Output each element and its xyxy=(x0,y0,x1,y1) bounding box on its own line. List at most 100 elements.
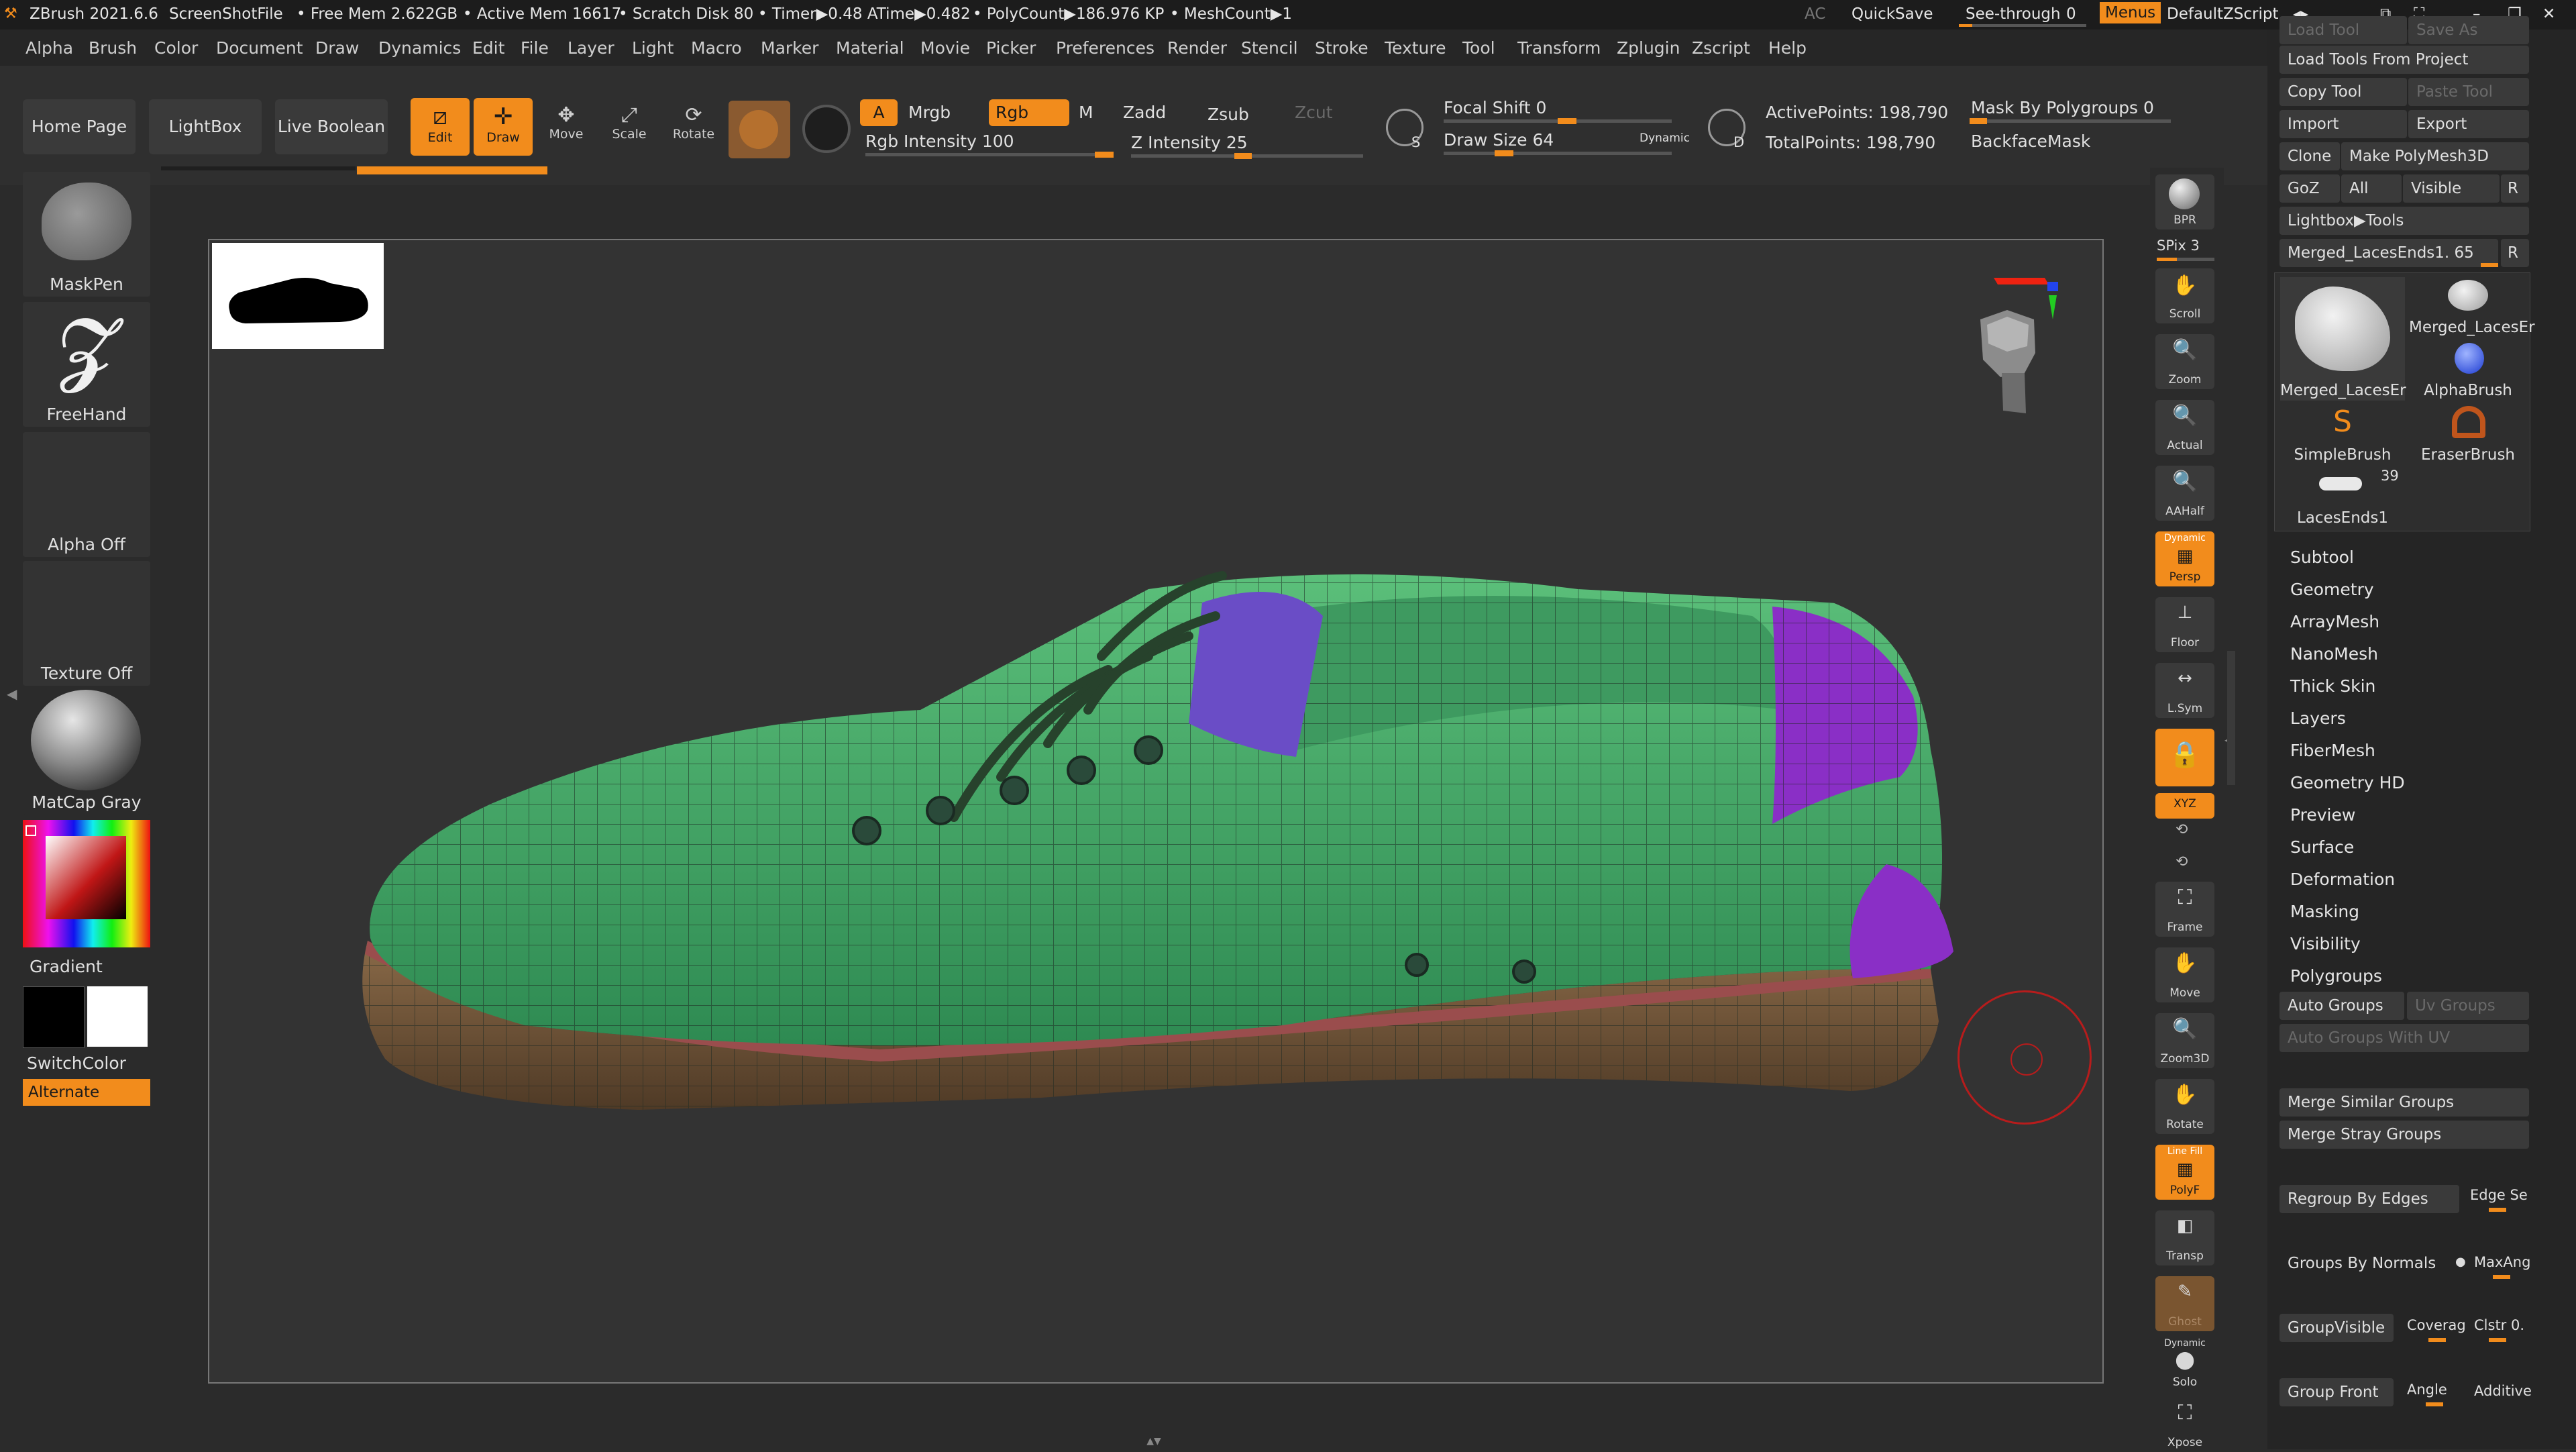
live-boolean-button[interactable]: Live Boolean xyxy=(275,99,388,154)
section-masking[interactable]: Masking xyxy=(2290,902,2359,921)
menu-document[interactable]: Document xyxy=(216,38,303,58)
menu-transform[interactable]: Transform xyxy=(1517,38,1601,58)
coverage-handle[interactable] xyxy=(2428,1338,2446,1342)
palette-divider[interactable] xyxy=(2227,651,2235,785)
xyz-button[interactable]: XYZ xyxy=(2155,793,2214,819)
shoe-model[interactable] xyxy=(209,240,2102,1382)
menu-brush[interactable]: Brush xyxy=(89,38,137,58)
move-button[interactable]: ✥ Move xyxy=(537,103,596,157)
maxang-handle[interactable] xyxy=(2493,1275,2510,1279)
z-intensity-handle[interactable] xyxy=(1234,153,1252,159)
default-zscript[interactable]: DefaultZScript xyxy=(2167,5,2279,23)
export-button[interactable]: Export xyxy=(2408,110,2529,138)
mrgb-button[interactable]: Mrgb xyxy=(908,103,951,122)
scale-button[interactable]: ⤢ Scale xyxy=(600,103,659,157)
rgb-intensity-handle[interactable] xyxy=(1095,152,1114,158)
material-swatch-button[interactable] xyxy=(729,101,790,158)
menu-dynamics[interactable]: Dynamics xyxy=(378,38,461,58)
lock-button[interactable]: 🔒 xyxy=(2155,729,2214,786)
load-tool-button[interactable]: Load Tool xyxy=(2279,16,2407,44)
regroup-by-edges-button[interactable]: Regroup By Edges xyxy=(2279,1185,2459,1213)
section-deformation[interactable]: Deformation xyxy=(2290,870,2395,889)
edge-se-slider[interactable]: Edge Se xyxy=(2462,1181,2529,1209)
lsym-button[interactable]: ↔ L.Sym xyxy=(2155,663,2214,718)
edit-button[interactable]: ⧄ Edit xyxy=(411,98,470,156)
tool-thumb-simplebrush[interactable]: S SimpleBrush xyxy=(2280,405,2405,464)
tool-thumb-merged-laces-1[interactable]: Merged_LacesEr xyxy=(2280,277,2406,401)
menus-button[interactable]: Menus xyxy=(2100,2,2161,23)
tool-thumb-alphabrush[interactable]: AlphaBrush xyxy=(2409,340,2527,399)
home-page-button[interactable]: Home Page xyxy=(23,99,136,154)
auto-groups-with-uv-button[interactable]: Auto Groups With UV xyxy=(2279,1024,2529,1052)
section-fibermesh[interactable]: FiberMesh xyxy=(2290,741,2375,760)
current-tool-slider-handle[interactable] xyxy=(2481,263,2498,267)
groups-normals-toggle-icon[interactable]: ● xyxy=(2455,1255,2466,1269)
color-picker[interactable] xyxy=(23,820,150,947)
texture-sphere-icon[interactable] xyxy=(802,105,851,153)
backface-mask-button[interactable]: BackfaceMask xyxy=(1971,132,2090,151)
floor-button[interactable]: ⊥ Floor xyxy=(2155,597,2214,652)
edge-se-handle[interactable] xyxy=(2489,1208,2506,1212)
save-as-button[interactable]: Save As xyxy=(2408,16,2529,44)
all-button[interactable]: All xyxy=(2341,174,2402,203)
bottom-shelf-handle[interactable]: ▲▼ xyxy=(1067,1436,1241,1447)
focal-shift-handle[interactable] xyxy=(1558,118,1576,124)
bpr-button[interactable]: BPR xyxy=(2155,174,2214,229)
polyf-button[interactable]: Line Fill ▦ PolyF xyxy=(2155,1145,2214,1200)
section-subtool[interactable]: Subtool xyxy=(2290,548,2354,567)
primary-color-swatch[interactable] xyxy=(87,986,148,1047)
menu-draw[interactable]: Draw xyxy=(315,38,359,58)
mask-by-polygroups-label[interactable]: Mask By Polygroups 0 xyxy=(1971,98,2154,117)
group-front-button[interactable]: Group Front xyxy=(2279,1378,2394,1406)
screenshot-file[interactable]: ScreenShotFile xyxy=(169,5,283,23)
make-polymesh3d-button[interactable]: Make PolyMesh3D xyxy=(2341,142,2529,170)
section-arraymesh[interactable]: ArrayMesh xyxy=(2290,612,2379,631)
actual-button[interactable]: 🔍 Actual xyxy=(2155,400,2214,455)
merge-stray-groups-button[interactable]: Merge Stray Groups xyxy=(2279,1121,2529,1149)
spix-label[interactable]: SPix 3 xyxy=(2157,238,2200,254)
gradient-label[interactable]: Gradient xyxy=(30,957,103,976)
zoom-button[interactable]: 🔍 Zoom xyxy=(2155,334,2214,389)
transp-button[interactable]: ◧ Transp xyxy=(2155,1210,2214,1265)
additive-toggle[interactable]: Additive xyxy=(2466,1377,2532,1405)
scroll-button[interactable]: ✋ Scroll xyxy=(2155,268,2214,323)
uv-groups-button[interactable]: Uv Groups xyxy=(2407,992,2529,1020)
mask-by-polygroups-slider[interactable] xyxy=(1970,119,2171,123)
menu-tool[interactable]: Tool xyxy=(1462,38,1495,58)
aahalf-button[interactable]: 🔍 AAHalf xyxy=(2155,466,2214,521)
section-nanomesh[interactable]: NanoMesh xyxy=(2290,644,2378,664)
menu-movie[interactable]: Movie xyxy=(920,38,970,58)
menu-marker[interactable]: Marker xyxy=(761,38,818,58)
r-button[interactable]: R xyxy=(2501,174,2529,203)
clstr-handle[interactable] xyxy=(2489,1338,2506,1342)
quicksave-button[interactable]: QuickSave xyxy=(1851,5,1933,23)
menu-help[interactable]: Help xyxy=(1768,38,1807,58)
frame-button[interactable]: ⛶ Frame xyxy=(2155,882,2214,937)
z-intensity-label[interactable]: Z Intensity 25 xyxy=(1131,133,1248,152)
secondary-color-swatch[interactable] xyxy=(23,986,85,1048)
menu-color[interactable]: Color xyxy=(154,38,198,58)
draw-size-slider[interactable] xyxy=(1444,152,1672,155)
dynamic-toggle[interactable]: Dynamic xyxy=(1640,132,1690,145)
draw-button[interactable]: ✛ Draw xyxy=(474,98,533,156)
menu-file[interactable]: File xyxy=(521,38,549,58)
focal-shift-label[interactable]: Focal Shift 0 xyxy=(1444,98,1546,117)
section-preview[interactable]: Preview xyxy=(2290,805,2355,825)
move-view-button[interactable]: ✋ Move xyxy=(2155,947,2214,1002)
rgb-intensity-slider[interactable] xyxy=(865,153,1114,156)
import-button[interactable]: Import xyxy=(2279,110,2407,138)
groups-by-normals-button[interactable]: Groups By Normals xyxy=(2279,1249,2461,1278)
rotate-y-icon[interactable]: ⟲ xyxy=(2176,821,2188,838)
menu-material[interactable]: Material xyxy=(836,38,904,58)
menu-zplugin[interactable]: Zplugin xyxy=(1617,38,1680,58)
menu-light[interactable]: Light xyxy=(632,38,674,58)
alpha-slot[interactable]: Alpha Off xyxy=(23,432,150,557)
lightbox-tools-button[interactable]: Lightbox▶Tools xyxy=(2279,207,2529,235)
section-surface[interactable]: Surface xyxy=(2290,837,2354,857)
draw-size-label[interactable]: Draw Size 64 xyxy=(1444,130,1554,150)
m-button[interactable]: M xyxy=(1079,103,1093,122)
spix-slider[interactable] xyxy=(2157,258,2214,261)
menu-layer[interactable]: Layer xyxy=(568,38,614,58)
section-polygroups[interactable]: Polygroups xyxy=(2290,966,2382,986)
tool-thumb-eraserbrush[interactable]: EraserBrush xyxy=(2409,405,2527,464)
